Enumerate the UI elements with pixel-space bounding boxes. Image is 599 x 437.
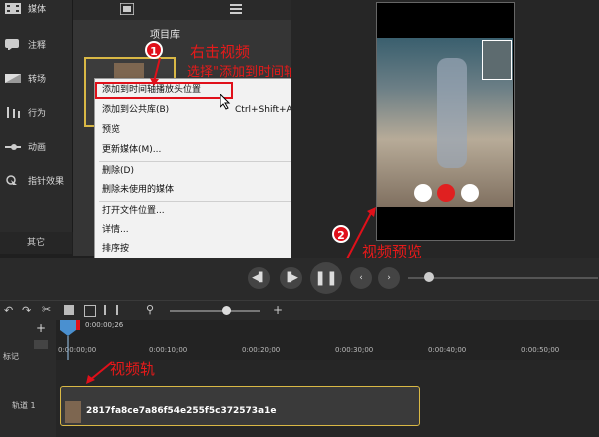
- pip-thumbnail: [482, 40, 512, 80]
- seek-handle[interactable]: [424, 272, 434, 282]
- menu-item-update-media[interactable]: 更新媒体(M)...: [95, 141, 303, 159]
- ruler-tick: 0:00:20;00: [242, 346, 281, 354]
- ruler-tick: 0:00:10;00: [149, 346, 188, 354]
- animation-icon: [5, 144, 21, 150]
- arrow-icon: [150, 57, 161, 86]
- video-figure: [437, 58, 467, 168]
- cut-icon[interactable]: ✂: [42, 303, 51, 316]
- transition-icon: [5, 74, 21, 83]
- menu-item-delete-unused[interactable]: 删除未使用的媒体: [95, 181, 303, 199]
- film-icon[interactable]: [120, 3, 134, 15]
- menu-item-details[interactable]: 详情...: [95, 221, 303, 239]
- tool-label: 指针效果: [28, 177, 65, 187]
- tool-label: 转场: [28, 75, 47, 85]
- tool-behaviors[interactable]: 行为: [0, 96, 72, 130]
- tool-label: 动画: [28, 143, 47, 153]
- menu-item-sort-by[interactable]: 排序按: [95, 240, 303, 258]
- tool-transitions[interactable]: 转场: [0, 62, 72, 96]
- annotation-icon: [5, 39, 19, 50]
- mouse-cursor-icon: [220, 94, 231, 110]
- cursor-effect-icon: [6, 175, 17, 185]
- step-back-button[interactable]: ◀▌: [248, 267, 270, 289]
- paste-icon[interactable]: [84, 305, 96, 317]
- zoom-slider-track[interactable]: [170, 310, 260, 312]
- transport-bar: ◀▌ ▐▶ ❚❚ ‹ ›: [0, 258, 599, 300]
- zoom-slider-handle[interactable]: [222, 306, 231, 315]
- timeline-toolbar: ↶ ↷ ✂ ⚲ +: [0, 300, 599, 321]
- pause-button[interactable]: ❚❚: [310, 262, 342, 294]
- ruler-tick: 0:00:40;00: [428, 346, 467, 354]
- clip-name: 2817fa8ce7a86f54e255f5c372573a1e: [86, 406, 277, 416]
- clip-thumbnail: [65, 401, 81, 423]
- ruler-tick: 0:00:50;00: [521, 346, 560, 354]
- seek-track[interactable]: [408, 277, 598, 279]
- context-menu: 添加到时间轴播放头位置 添加到公共库(B) Ctrl+Shift+A 预览 更新媒…: [94, 78, 304, 260]
- collapse-icon[interactable]: [34, 340, 48, 349]
- add-track-icon[interactable]: +: [36, 321, 46, 335]
- mic-button-icon: [461, 184, 479, 202]
- next-button[interactable]: ›: [378, 267, 400, 289]
- tool-label: 行为: [28, 109, 47, 119]
- timeline-header: + 标记: [0, 320, 56, 361]
- hangup-button-icon: [437, 184, 455, 202]
- undo-icon[interactable]: ↶: [4, 304, 13, 317]
- menu-item-add-to-library[interactable]: 添加到公共库(B) Ctrl+Shift+A: [95, 101, 303, 119]
- track-label: 轨道 1: [12, 401, 36, 410]
- track-header: 轨道 1: [0, 360, 56, 437]
- video-frame: [377, 38, 513, 207]
- menu-item-preview[interactable]: 预览: [95, 121, 303, 139]
- film-icon: [5, 3, 21, 14]
- other-tools-button[interactable]: 其它: [0, 232, 72, 254]
- step1-caption: 右击视频: [190, 43, 251, 61]
- redo-icon[interactable]: ↷: [22, 304, 31, 317]
- tool-cursor-effects[interactable]: 指针效果: [0, 164, 72, 198]
- list-icon[interactable]: [230, 3, 242, 15]
- tool-label: 媒体: [28, 5, 47, 15]
- behavior-icon: [7, 107, 20, 118]
- menu-item-open-location[interactable]: 打开文件位置...: [95, 202, 303, 220]
- tool-media[interactable]: 媒体: [0, 0, 72, 26]
- tool-annotations[interactable]: 注释: [0, 28, 72, 62]
- previous-button[interactable]: ‹: [350, 267, 372, 289]
- timeline-ruler[interactable]: 0:00:00;00 0:00:10;00 0:00:20;00 0:00:30…: [56, 320, 599, 360]
- zoom-icon[interactable]: ⚲: [146, 303, 154, 316]
- copy-icon[interactable]: [64, 305, 74, 315]
- camera-button-icon: [414, 184, 432, 202]
- split-icon[interactable]: [104, 305, 118, 315]
- step-forward-button[interactable]: ▐▶: [280, 267, 302, 289]
- step3-caption: 视频轨: [110, 360, 156, 378]
- library-tabs: [73, 0, 291, 20]
- menu-item-delete[interactable]: 删除(D): [95, 162, 303, 180]
- library-title: 项目库: [150, 30, 180, 41]
- zoom-in-icon[interactable]: +: [273, 303, 283, 317]
- tools-sidebar: 媒体 注释 转场 行为 动画 指针效果: [0, 0, 73, 232]
- playhead-time: 0:00:00;26: [85, 321, 124, 329]
- ruler-tick: 0:00:30;00: [335, 346, 374, 354]
- tool-label: 注释: [28, 41, 47, 51]
- tool-animations[interactable]: 动画: [0, 130, 72, 164]
